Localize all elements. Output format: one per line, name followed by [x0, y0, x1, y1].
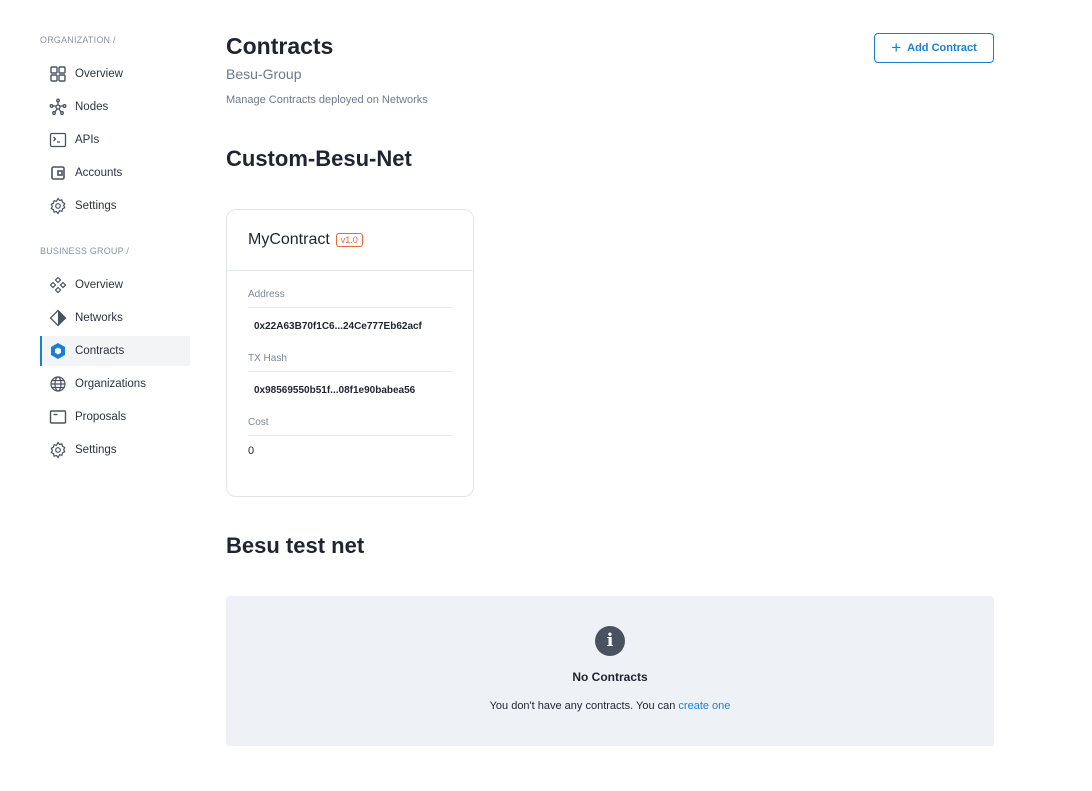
page-subtitle: Besu-Group — [226, 66, 302, 82]
sidebar-item-label: APIs — [75, 134, 100, 146]
sidebar-item-proposals[interactable]: Proposals — [40, 402, 190, 432]
sidebar-item-org-overview[interactable]: Overview — [40, 59, 190, 89]
sidebar-item-nodes[interactable]: Nodes — [40, 92, 190, 122]
plus-icon: + — [891, 38, 902, 57]
sidebar-item-label: Organizations — [75, 378, 146, 390]
contract-name: MyContract — [248, 231, 330, 248]
create-one-link[interactable]: create one — [678, 700, 730, 712]
network-heading: Custom-Besu-Net — [226, 146, 412, 171]
network-diamond-icon — [49, 309, 67, 327]
nodes-icon — [49, 98, 67, 115]
gear-icon — [50, 197, 66, 215]
empty-state: i No Contracts You don't have any contra… — [226, 596, 994, 746]
sidebar-item-bg-settings[interactable]: Settings — [40, 435, 190, 465]
section-label-organization: ORGANIZATION / — [40, 35, 116, 45]
sidebar-item-organizations[interactable]: Organizations — [40, 369, 190, 399]
add-contract-button[interactable]: + Add Contract — [874, 33, 994, 63]
sidebar-item-org-settings[interactable]: Settings — [40, 191, 190, 221]
sidebar-item-label: Settings — [75, 444, 117, 456]
gear-icon — [50, 441, 66, 459]
sidebar-item-label: Nodes — [75, 101, 109, 113]
tx-hash-value: 0x98569550b51f...08f1e90babea56 — [254, 385, 416, 396]
network-heading: Besu test net — [226, 533, 365, 558]
sidebar-item-networks[interactable]: Networks — [40, 303, 190, 333]
hexagon-icon — [51, 343, 65, 359]
section-label-business-group: BUSINESS GROUP / — [40, 246, 130, 256]
version-badge: v1.0 — [335, 233, 363, 247]
sidebar-item-label: Contracts — [75, 345, 125, 357]
sidebar-item-apis[interactable]: APIs — [40, 125, 190, 155]
address-value: 0x22A63B70f1C6...24Ce777Eb62acf — [254, 321, 422, 332]
page-description: Manage Contracts deployed on Networks — [226, 94, 428, 106]
sidebar-item-accounts[interactable]: Accounts — [40, 158, 190, 188]
page-title: Contracts — [226, 33, 334, 59]
globe-icon — [50, 376, 66, 392]
sidebar-item-label: Overview — [75, 279, 123, 291]
empty-title: No Contracts — [572, 670, 648, 684]
grid-icon — [50, 66, 66, 82]
tx-hash-label: TX Hash — [248, 353, 452, 372]
address-label: Address — [248, 289, 452, 308]
sidebar-item-label: Overview — [75, 68, 123, 80]
diamonds-icon — [49, 276, 67, 294]
wallet-icon — [51, 166, 65, 180]
sidebar-item-label: Proposals — [75, 411, 127, 423]
sidebar-item-label: Accounts — [75, 167, 123, 179]
sidebar-item-contracts[interactable]: Contracts — [40, 336, 190, 366]
sidebar-item-label: Settings — [75, 200, 117, 212]
terminal-icon — [49, 132, 67, 148]
cost-label: Cost — [248, 417, 452, 436]
info-icon: i — [595, 626, 625, 656]
contract-card[interactable]: MyContract v1.0 Address 0x22A63B70f1C6...… — [226, 209, 474, 497]
sidebar: ORGANIZATION / Overview Nodes APIs Accou… — [40, 35, 190, 468]
sidebar-item-bg-overview[interactable]: Overview — [40, 270, 190, 300]
empty-text: You don't have any contracts. You can — [489, 700, 676, 712]
proposal-icon — [49, 410, 67, 424]
cost-value: 0 — [248, 445, 255, 457]
sidebar-item-label: Networks — [75, 312, 123, 324]
